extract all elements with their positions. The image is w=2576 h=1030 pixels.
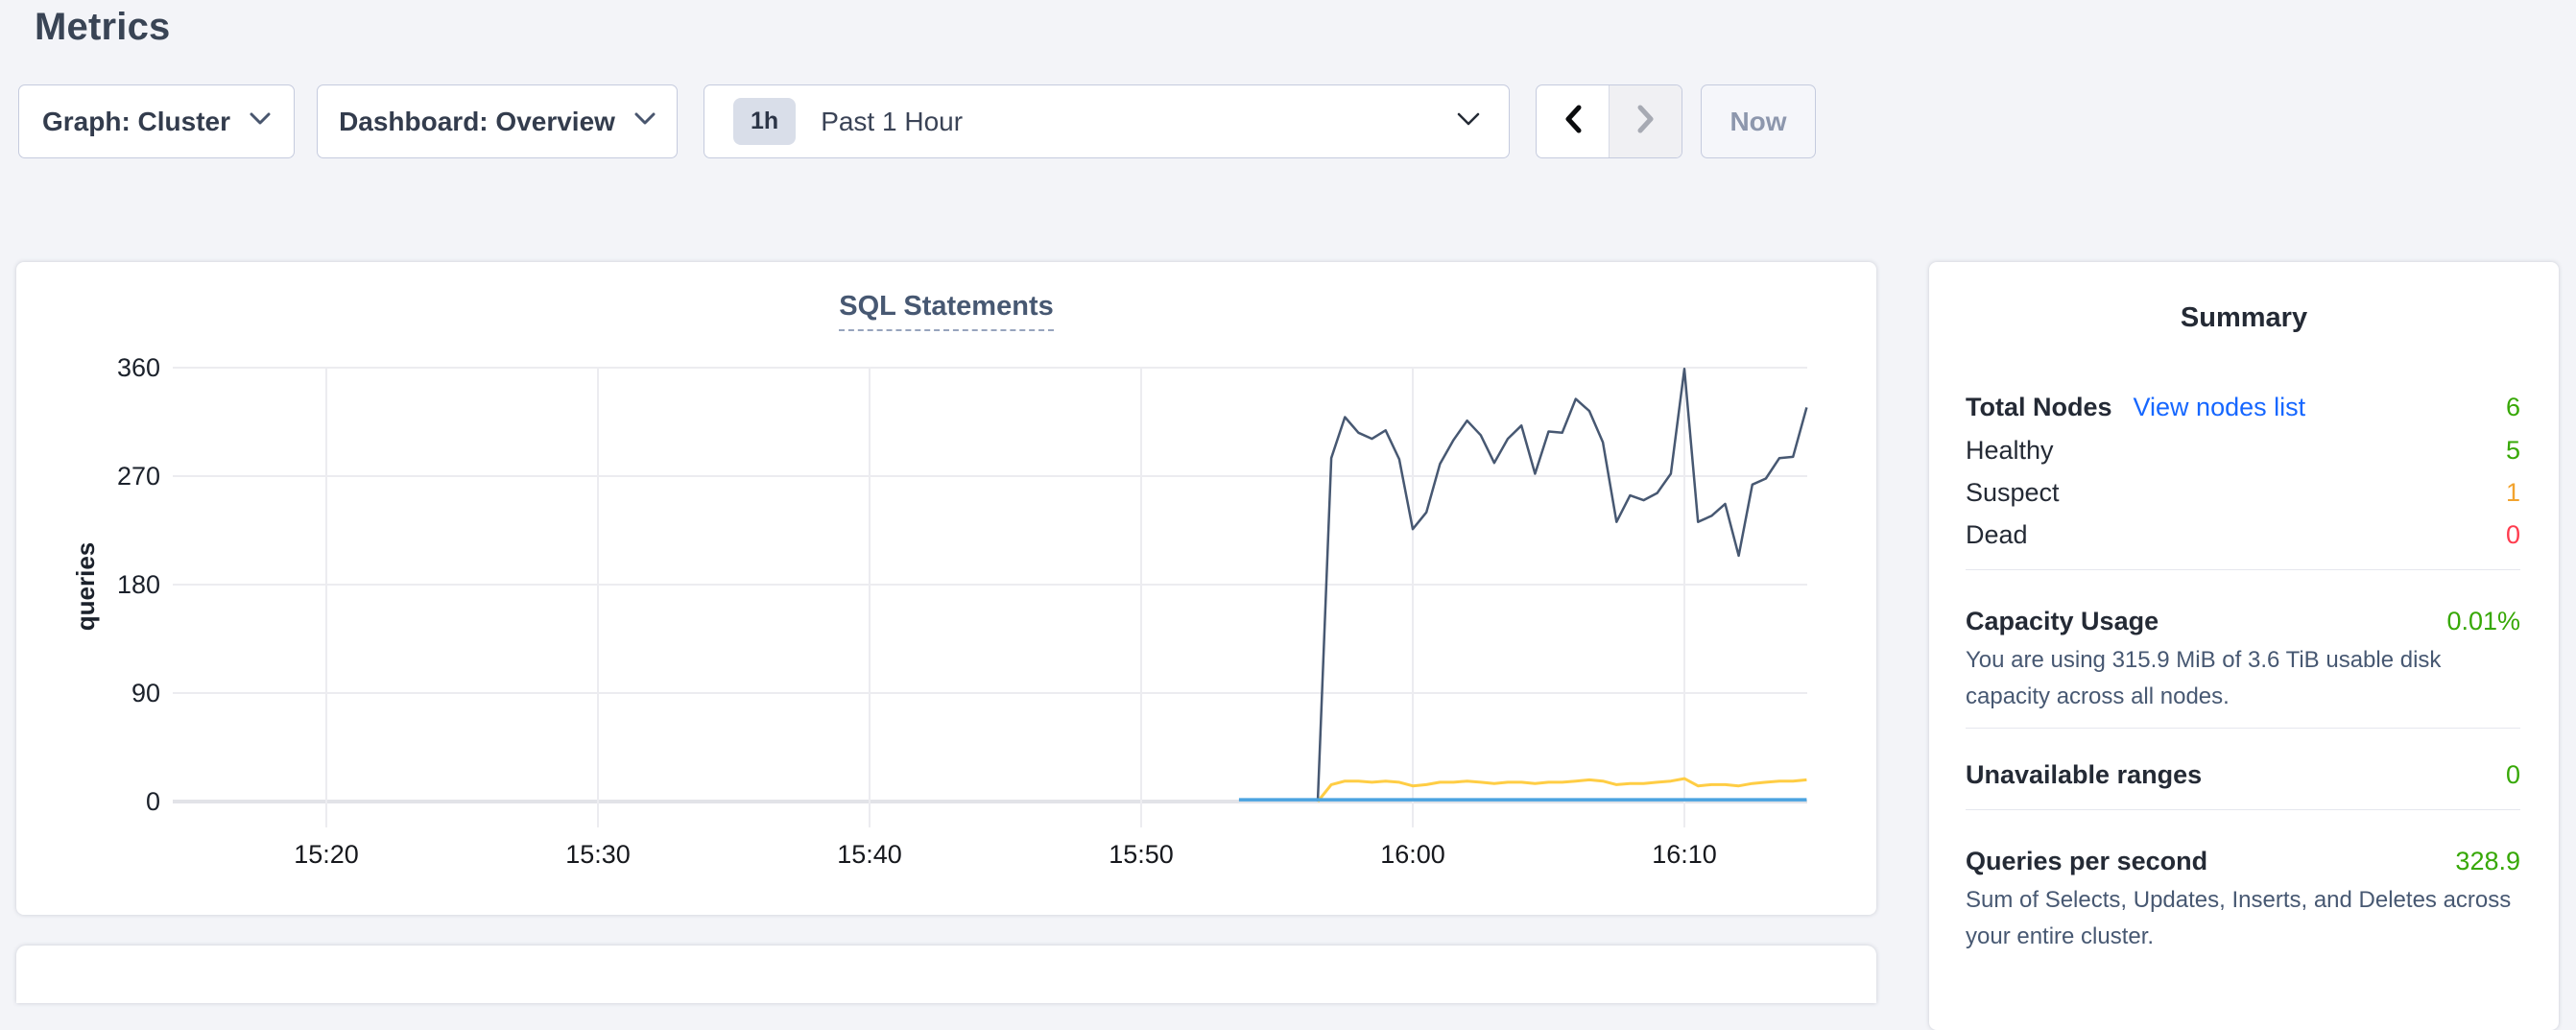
chevron-down-icon	[634, 112, 656, 131]
chevron-down-icon	[1457, 112, 1480, 132]
capacity-usage-label: Capacity Usage	[1966, 607, 2159, 636]
x-tick-label: 16:10	[1617, 838, 1752, 871]
graph-dropdown[interactable]: Graph: Cluster	[18, 84, 295, 158]
suspect-nodes-row: Suspect 1	[1966, 475, 2520, 510]
dead-label: Dead	[1966, 520, 2028, 550]
unavailable-ranges-value: 0	[2506, 760, 2520, 790]
capacity-usage-value: 0.01%	[2446, 607, 2520, 636]
dead-value: 0	[2506, 520, 2520, 550]
chart-plot-area[interactable]	[173, 360, 1824, 869]
capacity-usage-row: Capacity Usage 0.01%	[1966, 604, 2520, 638]
x-tick-label: 15:20	[259, 838, 394, 871]
queries-per-second-label: Queries per second	[1966, 847, 2207, 876]
dashboard-dropdown[interactable]: Dashboard: Overview	[317, 84, 678, 158]
y-tick-label: 0	[45, 785, 160, 818]
y-tick-label: 360	[45, 351, 160, 384]
y-tick-label: 180	[45, 568, 160, 601]
x-tick-label: 15:40	[802, 838, 937, 871]
summary-panel: Summary Total Nodes View nodes list 6 He…	[1929, 262, 2559, 1030]
suspect-label: Suspect	[1966, 478, 2060, 508]
divider	[1966, 728, 2520, 729]
healthy-nodes-row: Healthy 5	[1966, 433, 2520, 467]
graph-dropdown-label: Graph: Cluster	[42, 107, 230, 137]
x-tick-label: 16:00	[1346, 838, 1480, 871]
suspect-value: 1	[2506, 478, 2520, 508]
chevron-right-icon	[1634, 103, 1658, 140]
total-nodes-value: 6	[2506, 393, 2520, 422]
chevron-down-icon	[250, 112, 271, 131]
healthy-label: Healthy	[1966, 436, 2054, 466]
total-nodes-label: Total Nodes	[1966, 393, 2112, 422]
page-title: Metrics	[35, 6, 170, 49]
total-nodes-row: Total Nodes View nodes list 6	[1966, 390, 2520, 424]
metrics-page: { "page": { "title": "Metrics" }, "toolb…	[0, 0, 2576, 950]
divider	[1966, 809, 2520, 810]
time-range-badge: 1h	[733, 98, 796, 145]
queries-per-second-row: Queries per second 328.9	[1966, 844, 2520, 878]
queries-per-second-description: Sum of Selects, Updates, Inserts, and De…	[1966, 882, 2520, 955]
summary-title: Summary	[1929, 302, 2559, 334]
x-tick-label: 15:30	[531, 838, 665, 871]
unavailable-ranges-row: Unavailable ranges 0	[1966, 757, 2520, 792]
x-tick-label: 15:50	[1074, 838, 1208, 871]
next-chart-card-edge	[16, 946, 1876, 1003]
prev-time-button[interactable]	[1537, 85, 1609, 157]
y-tick-label: 270	[45, 460, 160, 492]
unavailable-ranges-label: Unavailable ranges	[1966, 760, 2202, 790]
healthy-value: 5	[2506, 436, 2520, 466]
dead-nodes-row: Dead 0	[1966, 517, 2520, 552]
time-pager	[1536, 84, 1682, 158]
now-button[interactable]: Now	[1701, 84, 1816, 158]
sql-statements-chart-card: SQL Statements queries 090180270360 15:2…	[16, 262, 1876, 915]
divider	[1966, 569, 2520, 570]
next-time-button[interactable]	[1609, 85, 1682, 157]
y-tick-label: 90	[45, 677, 160, 709]
time-range-selector[interactable]: 1h Past 1 Hour	[704, 84, 1510, 158]
queries-per-second-value: 328.9	[2455, 847, 2520, 876]
view-nodes-list-link[interactable]: View nodes list	[2134, 393, 2306, 422]
dashboard-dropdown-label: Dashboard: Overview	[339, 107, 615, 137]
capacity-usage-description: You are using 315.9 MiB of 3.6 TiB usabl…	[1966, 642, 2520, 715]
chevron-left-icon	[1561, 103, 1586, 140]
chart-title[interactable]: SQL Statements	[839, 291, 1053, 331]
time-range-label: Past 1 Hour	[821, 107, 1457, 137]
